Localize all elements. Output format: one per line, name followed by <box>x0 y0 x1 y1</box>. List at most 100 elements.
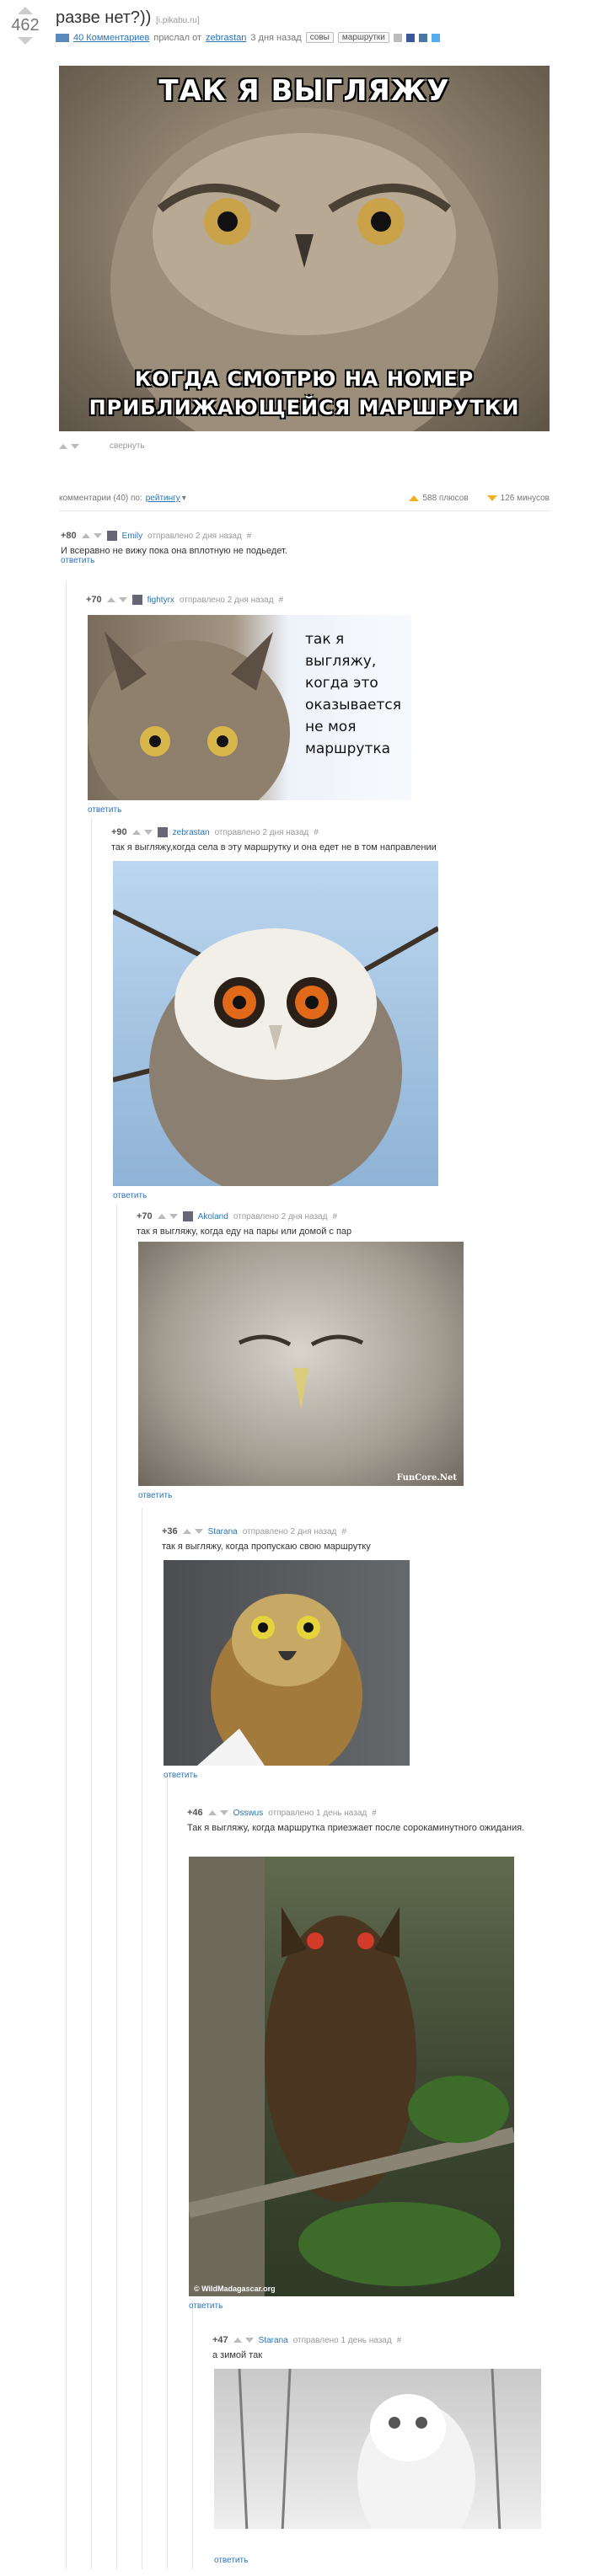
divider <box>59 510 550 511</box>
reply-link[interactable]: ответить <box>113 1191 147 1200</box>
comments-sort-select[interactable]: рейтингу <box>146 494 180 503</box>
vk-icon[interactable] <box>418 33 427 42</box>
comment-score: +70 <box>86 595 102 605</box>
downvote-arrow-icon[interactable] <box>143 830 153 835</box>
downvote-arrow-icon[interactable] <box>71 443 79 449</box>
comment-time: отправлено 2 дня назад <box>179 595 274 605</box>
post-source[interactable]: [i.pikabu.ru] <box>156 16 200 25</box>
upvote-arrow-icon[interactable] <box>207 1810 217 1815</box>
comment-time: отправлено 2 дня назад <box>233 1211 328 1221</box>
downvote-arrow-icon[interactable] <box>219 1810 228 1815</box>
comment: +70 fightyrx отправлено 2 дня назад # <box>86 595 283 605</box>
thread-line <box>91 817 92 2569</box>
avatar[interactable] <box>182 1211 193 1221</box>
comment-score: +46 <box>187 1808 203 1818</box>
tag-minibus[interactable]: маршрутки <box>337 32 389 43</box>
downvote-arrow-icon[interactable] <box>194 1529 203 1534</box>
upvote-arrow-icon[interactable] <box>157 1214 166 1219</box>
post-meta: 40 Комментариев прислал от zebrastan 3 д… <box>56 32 440 43</box>
post-author[interactable]: zebrastan <box>206 33 246 43</box>
comment-author[interactable]: Starana <box>208 1527 238 1537</box>
comment-image: FunCore.Net <box>138 1242 464 1486</box>
thread-line <box>167 1777 168 2569</box>
comment-score: +80 <box>61 531 77 541</box>
comment-image <box>214 2369 541 2551</box>
comment: +36 Starana отправлено 2 дня назад # так… <box>162 1526 371 1552</box>
comment-author[interactable]: Starana <box>259 2336 288 2345</box>
comment-image <box>164 1560 410 1766</box>
avatar[interactable] <box>131 595 142 605</box>
downvote-arrow-icon[interactable] <box>118 597 127 602</box>
comment-time: отправлено 1 день назад <box>292 2335 392 2345</box>
upvote-arrow-icon[interactable] <box>81 533 90 538</box>
post-image: ТАК Я ВЫГЛЯЖУ КОГДА СМОТРЮ НА НОМЕР ПРИБ… <box>59 66 550 431</box>
comment-permalink[interactable]: # <box>279 596 284 605</box>
downvote-arrow-icon[interactable] <box>169 1214 178 1219</box>
comment-icon <box>56 33 69 42</box>
posted-label: прислал от <box>153 32 202 43</box>
avatar[interactable] <box>157 827 168 837</box>
upvote-arrow-icon[interactable] <box>182 1529 191 1534</box>
reply-link[interactable]: ответить <box>138 1491 172 1500</box>
collapse-link[interactable]: свернуть <box>110 441 145 451</box>
comment-permalink[interactable]: # <box>247 532 252 541</box>
upvote-arrow-icon[interactable] <box>131 830 141 835</box>
upvote-arrow-icon[interactable] <box>18 7 33 14</box>
comment-permalink[interactable]: # <box>372 1809 377 1818</box>
upvote-arrow-icon[interactable] <box>106 597 115 602</box>
reply-link[interactable]: ответить <box>61 556 287 565</box>
comment-author[interactable]: Osswus <box>233 1809 264 1818</box>
comment-author[interactable]: zebrastan <box>173 828 210 837</box>
comment-text: так я выгляжу, когда еду на пары или дом… <box>137 1227 352 1237</box>
comment: +46 Osswus отправлено 1 день назад # Так… <box>187 1808 541 1833</box>
comment-author[interactable]: fightyrx <box>148 596 174 605</box>
comment-score: +90 <box>111 827 127 837</box>
comment-time: отправлено 2 дня назад <box>242 1526 337 1537</box>
comment-score: +47 <box>212 2335 228 2345</box>
comments-sort-label: комментарии (40) по: <box>59 494 142 503</box>
chevron-down-icon[interactable]: ▾ <box>182 494 186 503</box>
comment-image: © WildMadagascar.org <box>189 1857 514 2296</box>
thread-line <box>192 2300 193 2569</box>
comment-permalink[interactable]: # <box>332 1212 337 1221</box>
post-title[interactable]: разве нет?)) <box>56 8 151 27</box>
downvote-arrow-icon[interactable] <box>93 533 102 538</box>
downvote-arrow-icon[interactable] <box>244 2338 254 2343</box>
comment-permalink[interactable]: # <box>314 828 319 837</box>
downvote-arrow-icon[interactable] <box>18 37 33 45</box>
comment: +80 Emily отправлено 2 дня назад # И все… <box>61 531 287 565</box>
comment: +90 zebrastan отправлено 2 дня назад # т… <box>111 827 437 852</box>
comment-permalink[interactable]: # <box>341 1527 346 1537</box>
reply-link[interactable]: ответить <box>164 1771 197 1780</box>
post-rating: 462 <box>11 16 40 35</box>
comment-author[interactable]: Emily <box>122 532 142 541</box>
comment-text: а зимой так <box>212 2350 263 2360</box>
pluses-count: 588 плюсов <box>422 494 469 503</box>
comment-text: так я выгляжу, когда пропускаю свою марш… <box>162 1542 371 1552</box>
comment-time: отправлено 2 дня назад <box>214 827 309 837</box>
thread-line <box>116 1205 117 2569</box>
comments-bar: комментарии (40) по: рейтингу ▾ 588 плюс… <box>59 494 550 503</box>
comment-author[interactable]: Akoland <box>198 1212 228 1221</box>
upvote-arrow-icon[interactable] <box>59 443 67 449</box>
reply-link[interactable]: ответить <box>88 805 121 815</box>
image-watermark: FunCore.Net <box>396 1473 457 1483</box>
comment-score: +70 <box>137 1211 153 1221</box>
save-icon[interactable] <box>393 33 402 42</box>
reply-link[interactable]: ответить <box>214 2556 248 2565</box>
tag-owls[interactable]: совы <box>305 32 334 43</box>
twitter-icon[interactable] <box>431 33 440 42</box>
reply-link[interactable]: ответить <box>189 2301 223 2311</box>
plus-icon <box>409 495 420 501</box>
minuses-count: 126 минусов <box>500 494 550 503</box>
image-top-caption: ТАК Я ВЫГЛЯЖУ <box>158 74 450 108</box>
image-watermark: © WildMadagascar.org <box>194 2285 276 2293</box>
thread-line <box>66 581 67 2569</box>
post-title-row: разве нет?)) [i.pikabu.ru] <box>56 8 200 28</box>
avatar[interactable] <box>106 531 117 541</box>
post-time: 3 дня назад <box>250 32 302 43</box>
comments-link[interactable]: 40 Комментариев <box>73 33 149 43</box>
facebook-icon[interactable] <box>405 33 415 42</box>
comment-permalink[interactable]: # <box>397 2336 402 2345</box>
upvote-arrow-icon[interactable] <box>233 2338 242 2343</box>
